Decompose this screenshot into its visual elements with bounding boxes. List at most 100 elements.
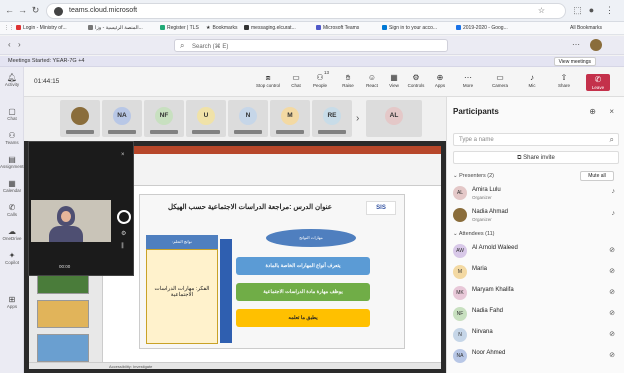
controls-button[interactable]: ⚙ Controls (404, 72, 428, 88)
browser-toolbar: ← → ↻ teams.cloud.microsoft ☆ ⬚ ● ⋮ (0, 0, 624, 22)
mic-icon: ♪ (530, 73, 534, 82)
school-logo: SIS (366, 201, 396, 215)
nav-back-icon[interactable]: ‹ (8, 40, 11, 49)
participant-tile[interactable]: NF (144, 100, 184, 137)
bookmark-item[interactable]: ★ Bookmarks (206, 25, 238, 31)
participant-tile[interactable]: NA (102, 100, 142, 137)
bookmark-item[interactable]: messaging.elcurat... (244, 25, 296, 31)
apps-grid-icon[interactable]: ⋮⋮ (4, 25, 14, 31)
participant-search-input[interactable]: Type a name ⌕ (453, 133, 619, 146)
share-invite-button[interactable]: ⧉ Share invite (453, 151, 619, 164)
profile-icon[interactable]: ● (586, 5, 597, 16)
slide-thumbnail[interactable] (37, 334, 89, 362)
participant-tile[interactable]: U (186, 100, 226, 137)
chat-button[interactable]: ▭ Chat (284, 72, 308, 88)
bookmark-item[interactable]: Sign in to your acco... (382, 25, 437, 31)
chat-icon: ▢ (8, 107, 16, 116)
stop-control-button[interactable]: ⧈ Stop control (256, 72, 280, 88)
current-slide: عنوان الدرس :مراجعة الدراسات الاجتماعية … (139, 194, 405, 349)
participant-row[interactable]: NA Noor Ahmed ⊘ (447, 346, 624, 366)
attendees-header[interactable]: ⌄ Attendees (11) (453, 231, 495, 237)
participant-row[interactable]: AL Amira Lulu Organizer ♪ (447, 183, 624, 203)
record-icon[interactable] (117, 210, 131, 224)
name-bar (276, 130, 304, 134)
url-text: teams.cloud.microsoft (69, 7, 138, 14)
rail-item-apps[interactable]: ⊞ Apps (0, 295, 24, 309)
rail-item-teams[interactable]: ⚇ Teams (0, 131, 24, 145)
bookmark-item[interactable]: Microsoft Teams (316, 25, 359, 31)
meeting-toolbar: 01:44:15 ⧈ Stop control ▭ Chat ⚇ People 13 … (24, 67, 446, 97)
rail-item-activity[interactable]: 🔔︎ Activity (0, 73, 24, 87)
more-options-icon[interactable]: ⋯ (572, 40, 580, 49)
react-icon: ☺ (367, 73, 377, 82)
participant-tile[interactable]: RE (312, 100, 352, 137)
participant-row[interactable]: Nadia Ahmad Organizer ♪ (447, 205, 624, 225)
participant-tile[interactable]: N (228, 100, 268, 137)
bookmark-item[interactable]: المنصة الرئيسية - وزا... (88, 25, 143, 31)
participant-row[interactable]: NF Nadia Fahd ⊘ (447, 304, 624, 324)
rail-item-chat[interactable]: ▢ Chat (0, 107, 24, 121)
avatar: N (239, 107, 257, 125)
avatar: NA (113, 107, 131, 125)
menu-icon[interactable]: ⋮ (604, 5, 615, 16)
more-icon: ⋯ (464, 73, 472, 82)
extensions-icon[interactable]: ⬚ (572, 5, 583, 16)
bookmark-item[interactable]: 2019-2020 - Goog... (456, 25, 508, 31)
share-button[interactable]: ⇧ Share (552, 72, 576, 88)
gallery-next-icon[interactable]: › (356, 113, 359, 124)
cloud-icon: ☁ (8, 227, 16, 236)
bookmark-item[interactable]: Register | TLS (160, 25, 199, 31)
rail-item-onedrive[interactable]: ☁ OneDrive (0, 227, 24, 241)
forward-icon[interactable]: → (17, 5, 28, 16)
rail-item-assignments[interactable]: ▤ Assignments (0, 155, 26, 169)
rail-item-calls[interactable]: ✆ Calls (0, 203, 24, 217)
meeting-area: 01:44:15 ⧈ Stop control ▭ Chat ⚇ People 13 … (24, 67, 446, 373)
slide-side-box: الفكر: مهارات الدراسات الاجتماعية (146, 249, 218, 344)
bookmark-item[interactable]: Login - Ministry of... (16, 25, 67, 31)
assignments-icon: ▤ (8, 155, 16, 164)
participant-row[interactable]: M Maria ⊘ (447, 262, 624, 282)
person-face (61, 211, 71, 222)
presenters-header[interactable]: ⌄ Presenters (2) (453, 173, 494, 179)
participant-row[interactable]: N Nirvana ⊘ (447, 325, 624, 345)
mute-all-button[interactable]: Mute all (580, 171, 614, 181)
leave-button[interactable]: ✆ Leave (586, 74, 610, 91)
rail-item-copilot[interactable]: ✦ Copilot (0, 251, 24, 265)
participant-tile[interactable]: AL (366, 100, 422, 137)
slide-thumbnail[interactable] (37, 300, 89, 328)
participant-tile[interactable]: M (270, 100, 310, 137)
search-input[interactable]: ⌕ Search (⌘ E) (174, 39, 448, 52)
camera-button[interactable]: ▭ Camera (488, 72, 512, 88)
avatar: AL (453, 186, 467, 200)
self-view-window[interactable]: × ⚙ ∥ 00:00 (28, 141, 134, 276)
meeting-timer: 01:44:15 (34, 78, 60, 85)
close-icon[interactable]: × (609, 107, 614, 116)
view-button[interactable]: ▦ View (382, 72, 406, 88)
all-bookmarks[interactable]: All Bookmarks (570, 25, 602, 31)
raise-hand-button[interactable]: ✋︎ Raise (336, 72, 360, 88)
slide-cylinder: مهارات النواتج (266, 229, 356, 247)
participant-row[interactable]: AW Al Arnold Waleed ⊘ (447, 241, 624, 261)
site-info-icon[interactable] (54, 7, 63, 16)
avatar: NF (155, 107, 173, 125)
react-button[interactable]: ☺ React (360, 72, 384, 88)
address-bar[interactable]: teams.cloud.microsoft ☆ (46, 3, 566, 19)
reload-icon[interactable]: ↻ (30, 5, 41, 16)
add-people-icon[interactable]: ⊕ (589, 107, 596, 116)
window-close-icon[interactable]: × (121, 152, 127, 158)
more-button[interactable]: ⋯ More (456, 72, 480, 88)
teams-header: ‹ › ⌕ Search (⌘ E) ⋯ (0, 36, 624, 55)
back-icon[interactable]: ← (4, 5, 15, 16)
avatar (71, 107, 89, 125)
settings-icon[interactable]: ⚙ (121, 230, 127, 237)
pause-icon[interactable]: ∥ (121, 242, 127, 249)
bookmark-star-icon[interactable]: ☆ (538, 6, 545, 15)
participant-row[interactable]: MK Maryam Khalifa ⊘ (447, 283, 624, 303)
copilot-icon: ✦ (8, 251, 16, 260)
view-meetings-button[interactable]: View meetings (553, 57, 596, 66)
mic-button[interactable]: ♪ Mic (520, 72, 544, 88)
nav-forward-icon[interactable]: › (18, 40, 21, 49)
participant-tile[interactable] (60, 100, 100, 137)
rail-item-calendar[interactable]: ▦ Calendar (0, 179, 24, 193)
avatar[interactable] (590, 39, 602, 51)
